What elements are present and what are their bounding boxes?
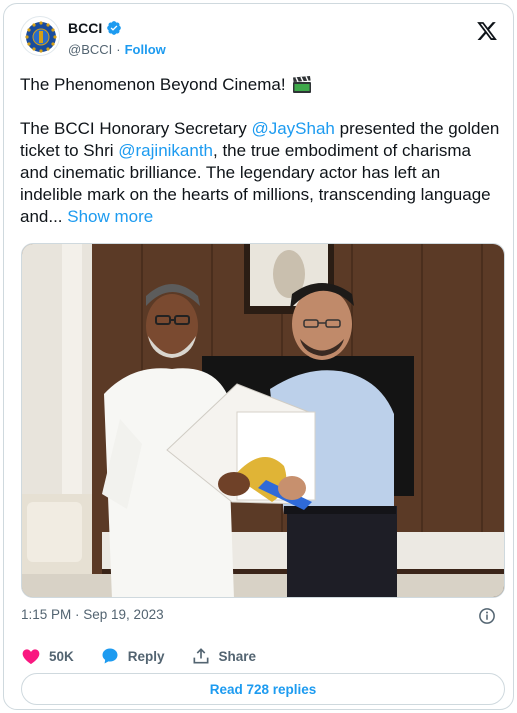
tweet-title: The Phenomenon Beyond Cinema! [20, 75, 286, 94]
tweet-header: BCCI @BCCI · Follow [18, 16, 500, 60]
show-more-link[interactable]: Show more [67, 207, 153, 226]
tweet-photo[interactable] [21, 243, 505, 598]
author-info: BCCI @BCCI · Follow [68, 19, 166, 57]
heart-icon [22, 649, 40, 664]
verified-badge-icon [107, 21, 122, 35]
tweet-body-text: The BCCI Honorary Secretary [20, 119, 252, 138]
clapper-board-icon [292, 76, 311, 93]
mention-link[interactable]: @rajinikanth [118, 141, 213, 160]
mention-link[interactable]: @JayShah [251, 119, 334, 138]
author-handle[interactable]: @BCCI [68, 42, 112, 57]
tweet-actions: 50K Reply Share [21, 645, 282, 667]
tweet-body: The BCCI Honorary Secretary @JayShah pre… [20, 118, 502, 228]
reply-label: Reply [127, 648, 165, 664]
follow-button[interactable]: Follow [125, 42, 166, 57]
info-icon[interactable] [478, 607, 496, 625]
x-logo-icon[interactable] [476, 20, 498, 42]
like-button[interactable]: 50K [21, 646, 74, 666]
tweet-timestamp[interactable]: 1:15 PM · Sep 19, 2023 [21, 607, 164, 622]
tweet-text: The Phenomenon Beyond Cinema! The BCCI H… [20, 74, 502, 228]
reply-button[interactable]: Reply [100, 646, 165, 666]
tweet-card: BCCI @BCCI · Follow The Phenomenon Beyon… [3, 3, 514, 710]
speech-bubble-icon [102, 648, 118, 664]
share-upload-icon [193, 648, 209, 664]
share-label: Share [218, 648, 257, 664]
like-count: 50K [49, 648, 74, 664]
read-replies-button[interactable]: Read 728 replies [21, 673, 505, 705]
author-avatar[interactable] [20, 16, 60, 56]
author-name[interactable]: BCCI [68, 20, 102, 36]
share-button[interactable]: Share [191, 646, 257, 666]
handle-separator: · [116, 42, 121, 57]
